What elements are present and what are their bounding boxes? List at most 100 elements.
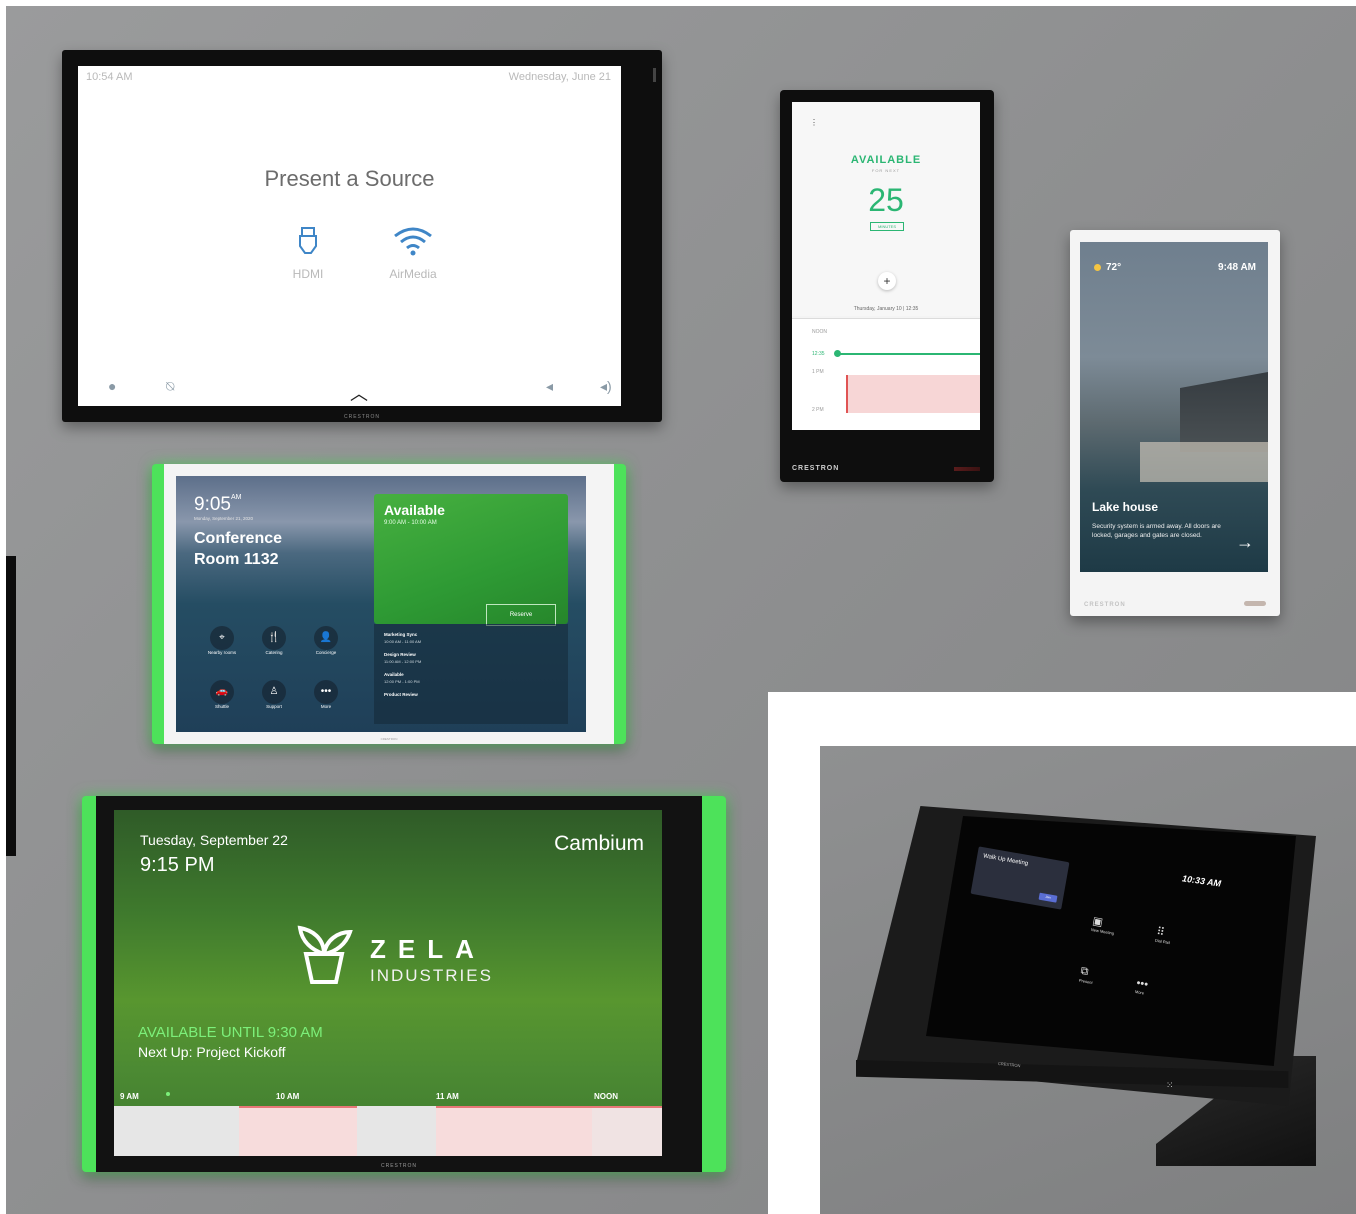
panel-date: Wednesday, June 21 bbox=[508, 71, 611, 83]
day-timeline[interactable]: 9 AM 10 AM 11 AM NOON bbox=[114, 1092, 662, 1156]
schedule-item-title: Marketing Sync bbox=[384, 632, 418, 637]
home-control-panel: 72° 9:48 AM Lake house Security system i… bbox=[1070, 230, 1280, 616]
join-button[interactable]: Join bbox=[1038, 892, 1058, 903]
panel-time: 10:54 AM bbox=[86, 71, 133, 83]
card-status: Available bbox=[384, 502, 445, 518]
date-line: Thursday, January 10 | 12:35 bbox=[853, 306, 919, 312]
for-next-label: FOR NEXT bbox=[871, 168, 901, 173]
tabletop-touch-panel: Walk Up Meeting Join 10:33 AM ▣ New Meet… bbox=[856, 806, 1326, 1176]
schedule-item-time: 12:00 PM - 1:00 PM bbox=[384, 679, 420, 684]
zela-date: Tuesday, September 22 bbox=[140, 832, 288, 848]
home-time: 9:48 AM bbox=[1218, 262, 1256, 273]
concierge-icon: 👤 bbox=[314, 626, 338, 650]
service-label: Nearby rooms bbox=[207, 650, 237, 655]
car-icon: 🚗 bbox=[210, 680, 234, 704]
booked-block[interactable] bbox=[239, 1106, 357, 1156]
service-shuttle[interactable]: 🚗 Shuttle bbox=[200, 680, 244, 709]
timeline-tick-label: 11 AM bbox=[436, 1092, 459, 1101]
service-more[interactable]: ••• More bbox=[304, 680, 348, 709]
booked-block[interactable] bbox=[436, 1106, 592, 1156]
schedule-item-title: Design Review bbox=[384, 652, 416, 657]
info-icon[interactable]: ● bbox=[108, 378, 116, 394]
zela-room-panel: Tuesday, September 22 9:15 PM Cambium ZE… bbox=[82, 796, 726, 1172]
service-support[interactable]: ♙ Support bbox=[252, 680, 296, 709]
room-availability-panel: ⋮ AVAILABLE FOR NEXT 25 MINUTES + Thursd… bbox=[780, 90, 994, 482]
deck-area bbox=[1140, 442, 1268, 482]
settings-keypad-icon[interactable]: ⁙ bbox=[1166, 1080, 1174, 1091]
timeline-label: 2 PM bbox=[812, 407, 824, 413]
schedule-item-title: Product Review bbox=[384, 692, 418, 697]
add-meeting-button[interactable]: + bbox=[878, 272, 896, 290]
chevron-up-icon[interactable]: ︿ bbox=[350, 380, 368, 406]
zela-time: 9:15 PM bbox=[140, 854, 215, 876]
brand-label: CRESTRON bbox=[343, 414, 381, 420]
brand-label: CRESTRON bbox=[1084, 602, 1126, 608]
conference-frame: 9:05AM Monday, September 21, 2020 Confer… bbox=[164, 464, 614, 744]
room-name-line1: Conference bbox=[194, 530, 283, 547]
timeline-label: 1 PM bbox=[812, 369, 824, 375]
security-status: Security system is armed away. All doors… bbox=[1092, 523, 1221, 539]
brand-label: CRESTRON bbox=[792, 465, 840, 472]
current-time-dot bbox=[834, 350, 841, 357]
zela-room-name: Cambium bbox=[554, 832, 644, 855]
card-time: 9:00 AM - 10:00 AM bbox=[384, 520, 437, 526]
schedule-timeline[interactable]: NOON 12:35 1 PM 2 PM bbox=[792, 318, 980, 430]
service-label: More bbox=[320, 704, 332, 709]
schedule-item-title: Available bbox=[384, 672, 404, 677]
source-airmedia-button[interactable]: AirMedia bbox=[368, 226, 458, 281]
next-meeting: Next Up: Project Kickoff bbox=[138, 1044, 286, 1060]
current-time-line bbox=[836, 353, 980, 355]
zela-screen: Tuesday, September 22 9:15 PM Cambium ZE… bbox=[114, 810, 662, 1156]
reserve-button[interactable]: Reserve bbox=[486, 604, 556, 626]
minutes-label: MINUTES bbox=[870, 222, 904, 231]
volume-up-icon[interactable]: ◂) bbox=[600, 378, 612, 395]
logo-wordmark: ZELA bbox=[370, 934, 486, 964]
schedule-list[interactable]: Marketing Sync 10:00 AM - 11:00 AM Desig… bbox=[374, 624, 568, 724]
service-catering[interactable]: 🍴 Catering bbox=[252, 626, 296, 655]
booked-block[interactable] bbox=[846, 375, 980, 413]
action-new-meeting[interactable]: ▣ New Meeting bbox=[1091, 914, 1117, 936]
support-icon: ♙ bbox=[262, 680, 286, 704]
time-ampm: AM bbox=[230, 494, 242, 501]
home-screen: 72° 9:48 AM Lake house Security system i… bbox=[1080, 242, 1268, 572]
action-dial-pad[interactable]: ⠿ Dial Pad bbox=[1155, 925, 1173, 945]
presentation-touch-panel: 10:54 AM Wednesday, June 21 Present a So… bbox=[62, 50, 662, 422]
service-label: Shuttle bbox=[214, 704, 229, 709]
schedule-item-time: 10:00 AM - 11:00 AM bbox=[384, 639, 422, 644]
more-icon: ••• bbox=[314, 680, 338, 704]
utensils-icon: 🍴 bbox=[262, 626, 286, 650]
service-nearby-rooms[interactable]: ⌖ Nearby rooms bbox=[200, 626, 244, 655]
service-concierge[interactable]: 👤 Concierge bbox=[304, 626, 348, 655]
status-leds bbox=[954, 467, 980, 471]
source-hdmi-button[interactable]: HDMI bbox=[263, 226, 353, 281]
panel-sensor-slot bbox=[653, 68, 656, 82]
conference-room-panel: 9:05AM Monday, September 21, 2020 Confer… bbox=[152, 464, 626, 744]
timeline-label: NOON bbox=[812, 329, 827, 335]
mic-mute-icon[interactable]: ⍉ bbox=[166, 378, 174, 395]
current-time-dot bbox=[166, 1092, 170, 1096]
plant-pot-logo-icon bbox=[294, 916, 354, 999]
menu-icon[interactable]: ⋮ bbox=[810, 118, 818, 127]
service-label: Concierge bbox=[315, 650, 337, 655]
hdmi-icon bbox=[299, 227, 317, 254]
presentation-screen: 10:54 AM Wednesday, June 21 Present a So… bbox=[78, 66, 621, 406]
availability-screen: ⋮ AVAILABLE FOR NEXT 25 MINUTES + Thursd… bbox=[792, 102, 980, 430]
timeline-tick-label: 9 AM bbox=[120, 1092, 139, 1101]
brand-label: CRESTRON bbox=[380, 1163, 418, 1169]
temperature: 72° bbox=[1106, 262, 1122, 273]
service-label: Support bbox=[266, 704, 282, 709]
present-source-title: Present a Source bbox=[264, 166, 435, 191]
brand-label: CRESTRON bbox=[380, 737, 398, 741]
home-button[interactable] bbox=[1244, 601, 1266, 606]
action-present[interactable]: ⧉ Present bbox=[1079, 965, 1096, 985]
timeline-bar bbox=[114, 1106, 662, 1156]
timeline-tick-label: NOON bbox=[594, 1092, 618, 1101]
wifi-icon bbox=[394, 227, 432, 256]
conference-time: 9:05AM bbox=[194, 494, 241, 516]
volume-down-icon[interactable]: ◂ bbox=[546, 378, 553, 395]
booked-block[interactable] bbox=[592, 1106, 662, 1156]
arrow-right-icon[interactable]: → bbox=[1236, 532, 1254, 553]
source-label-hdmi: HDMI bbox=[292, 267, 324, 281]
edge-device-strip bbox=[6, 556, 16, 856]
timeline-tick-label: 10 AM bbox=[276, 1092, 300, 1101]
